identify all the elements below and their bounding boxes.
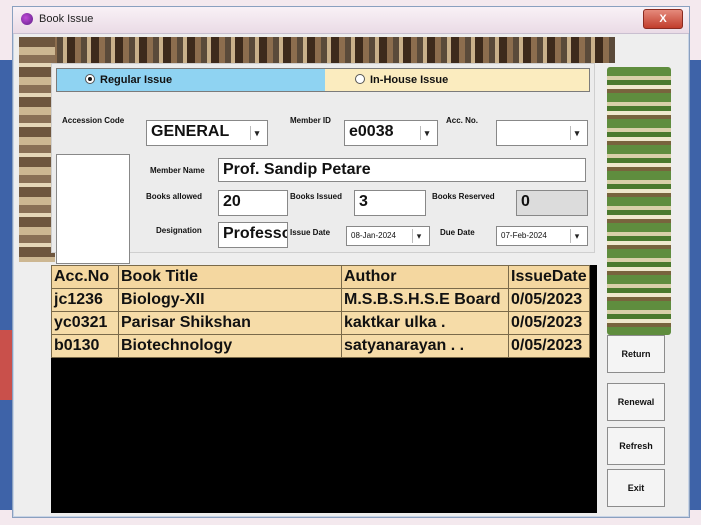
designation-label: Designation <box>156 226 202 235</box>
acc-no-label: Acc. No. <box>446 116 479 125</box>
chevron-down-icon[interactable]: ▾ <box>570 229 583 243</box>
issue-date-picker[interactable]: 08-Jan-2024 ▾ <box>346 226 430 246</box>
table-row[interactable]: jc1236 Biology-XII M.S.B.S.H.S.E Board 0… <box>51 288 590 312</box>
issued-books-table: Acc.No Book Title Author IssueDate jc123… <box>51 265 590 358</box>
books-reserved-label: Books Reserved <box>432 192 495 201</box>
due-date-label: Due Date <box>440 228 475 237</box>
chevron-down-icon[interactable]: ▾ <box>570 126 583 140</box>
member-id-value: e0038 <box>349 123 394 140</box>
cell-author: M.S.B.S.H.S.E Board <box>341 288 509 312</box>
bookshelf-decoration-top <box>19 37 615 63</box>
renewal-button[interactable]: Renewal <box>607 383 665 421</box>
accession-code-label: Accession Code <box>62 116 125 125</box>
accession-code-select[interactable]: GENERAL ▾ <box>146 120 268 146</box>
cell-issuedate: 0/05/2023 <box>508 288 590 312</box>
regular-issue-option[interactable]: Regular Issue <box>57 69 325 91</box>
table-header-row: Acc.No Book Title Author IssueDate <box>51 265 590 289</box>
title-bar: Book Issue X <box>13 7 689 34</box>
refresh-button[interactable]: Refresh <box>607 427 665 465</box>
table-row[interactable]: yc0321 Parisar Shikshan kaktkar ulka . 0… <box>51 311 590 335</box>
member-photo <box>56 154 130 264</box>
cell-accno: jc1236 <box>51 288 119 312</box>
column-header-issuedate[interactable]: IssueDate <box>508 265 590 289</box>
exit-button[interactable]: Exit <box>607 469 665 507</box>
cell-title: Biotechnology <box>118 334 342 358</box>
cell-author: kaktkar ulka . <box>341 311 509 335</box>
cell-author: satyanarayan . . <box>341 334 509 358</box>
issue-form-panel: Regular Issue In-House Issue Accession C… <box>51 63 595 264</box>
books-allowed-label: Books allowed <box>146 192 203 201</box>
books-reserved-field[interactable]: 0 <box>516 190 588 216</box>
cell-issuedate: 0/05/2023 <box>508 311 590 335</box>
close-button[interactable]: X <box>643 9 683 29</box>
column-header-title[interactable]: Book Title <box>118 265 342 289</box>
books-issued-field[interactable]: 3 <box>354 190 426 216</box>
cell-title: Parisar Shikshan <box>118 311 342 335</box>
book-issue-window: Book Issue X Regular Issue In-House Issu… <box>12 6 690 518</box>
window-title: Book Issue <box>39 13 94 25</box>
cell-accno: yc0321 <box>51 311 119 335</box>
member-id-select[interactable]: e0038 ▾ <box>344 120 438 146</box>
book-app-icon <box>21 13 33 25</box>
cell-issuedate: 0/05/2023 <box>508 334 590 358</box>
chevron-down-icon[interactable]: ▾ <box>250 126 263 140</box>
due-date-value: 07-Feb-2024 <box>501 231 547 240</box>
due-date-picker[interactable]: 07-Feb-2024 ▾ <box>496 226 588 246</box>
bookshelf-decoration-left <box>19 37 55 262</box>
issue-date-label: Issue Date <box>290 228 331 237</box>
bookshelf-decoration-right <box>607 67 671 335</box>
issue-type-radio-group: Regular Issue In-House Issue <box>56 68 590 92</box>
issued-books-table-area[interactable]: Acc.No Book Title Author IssueDate jc123… <box>51 265 597 513</box>
regular-issue-label: Regular Issue <box>100 74 173 86</box>
radio-unselected-icon[interactable] <box>355 74 365 84</box>
accession-code-value: GENERAL <box>151 123 230 140</box>
acc-no-select[interactable]: ▾ <box>496 120 588 146</box>
issue-date-value: 08-Jan-2024 <box>351 231 396 240</box>
chevron-down-icon[interactable]: ▾ <box>412 229 425 243</box>
column-header-accno[interactable]: Acc.No <box>51 265 119 289</box>
inhouse-issue-option[interactable]: In-House Issue <box>325 69 589 91</box>
table-row[interactable]: b0130 Biotechnology satyanarayan . . 0/0… <box>51 334 590 358</box>
cell-title: Biology-XII <box>118 288 342 312</box>
return-button[interactable]: Return <box>607 335 665 373</box>
designation-field[interactable]: Professor <box>218 222 288 248</box>
member-id-label: Member ID <box>290 116 331 125</box>
member-name-field[interactable]: Prof. Sandip Petare <box>218 158 586 182</box>
column-header-author[interactable]: Author <box>341 265 509 289</box>
inhouse-issue-label: In-House Issue <box>370 74 449 86</box>
books-issued-label: Books Issued <box>290 192 343 201</box>
cell-accno: b0130 <box>51 334 119 358</box>
radio-selected-icon[interactable] <box>85 74 95 84</box>
member-name-label: Member Name <box>150 166 205 175</box>
chevron-down-icon[interactable]: ▾ <box>420 126 433 140</box>
books-allowed-field[interactable]: 20 <box>218 190 288 216</box>
